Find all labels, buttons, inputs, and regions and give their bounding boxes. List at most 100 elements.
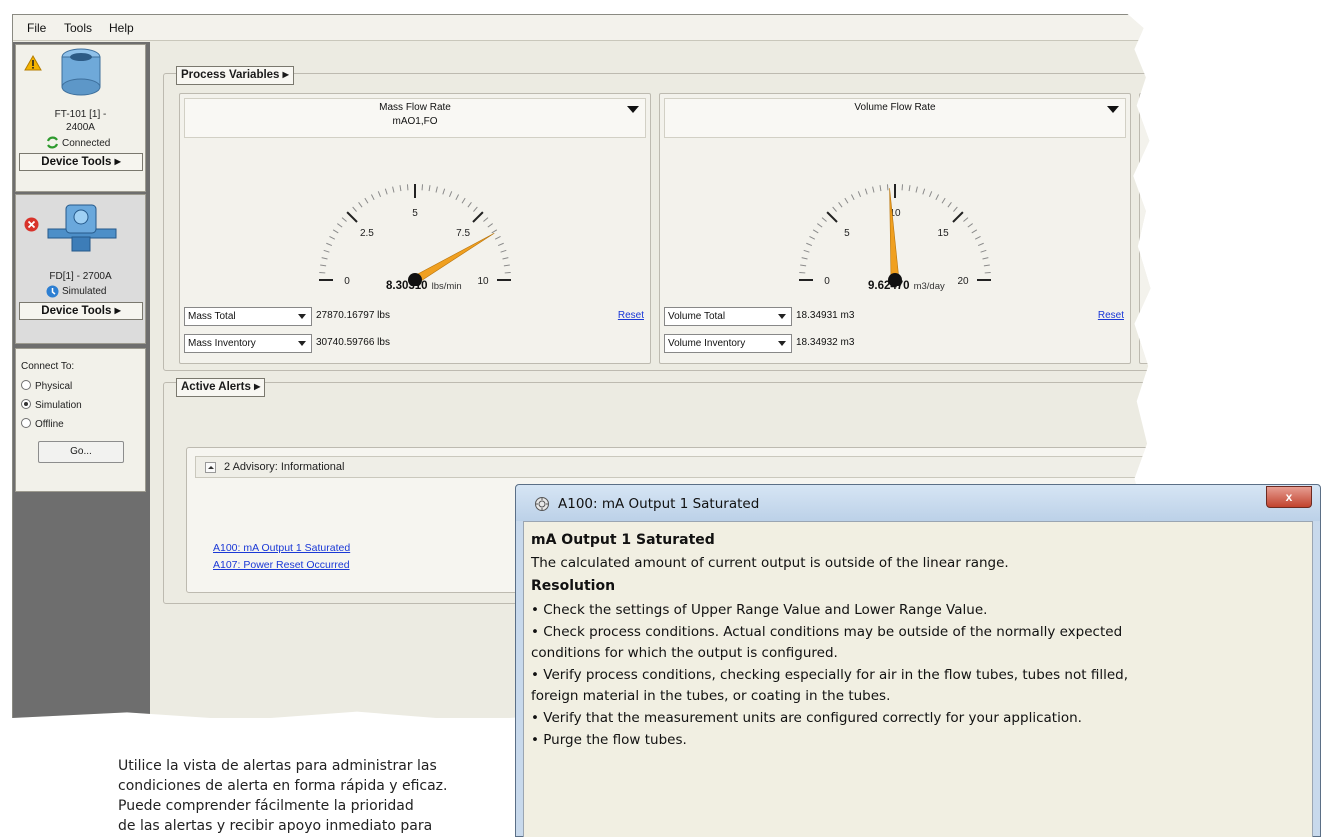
process-variables-header[interactable]: Process Variables ▶ xyxy=(176,66,294,85)
flow-meter-icon xyxy=(61,48,101,96)
alert-heading: mA Output 1 Saturated xyxy=(531,532,715,548)
caption-line: Puede comprender fácilmente la prioridad xyxy=(118,798,414,814)
radio-simulation[interactable]: Simulation xyxy=(21,399,82,411)
radio-button[interactable] xyxy=(21,399,31,409)
gauge-minor-tick xyxy=(435,186,438,193)
gauge-minor-tick xyxy=(803,249,810,253)
device-card-2[interactable]: FD[1] - 2700A Simulated Device Tools ▶ xyxy=(15,194,146,344)
pv-select-value: Mass Total xyxy=(188,311,236,322)
gauge-minor-tick xyxy=(364,197,369,204)
resolution-heading: Resolution xyxy=(531,578,616,594)
gauge-minor-tick xyxy=(821,217,827,222)
device-tools-label: Device Tools xyxy=(41,305,112,317)
alert-link-a107[interactable]: A107: Power Reset Occurred xyxy=(213,559,350,571)
gauge-number: 8.30310 xyxy=(386,280,428,292)
radio-physical[interactable]: Physical xyxy=(21,380,72,392)
gauge-minor-tick xyxy=(497,242,504,247)
gauge-scale-label: 2.5 xyxy=(360,228,374,239)
radio-offline[interactable]: Offline xyxy=(21,418,64,430)
pv-select[interactable]: Mass Total xyxy=(184,307,312,326)
gauge-minor-tick xyxy=(326,242,333,247)
gauge-scale-label: 0 xyxy=(824,276,830,286)
arrow-right-icon: ▶ xyxy=(254,382,261,391)
gauge-minor-tick xyxy=(879,185,882,192)
gauge-minor-tick xyxy=(491,229,498,234)
pv-select[interactable]: Volume Inventory xyxy=(664,334,792,353)
resolution-line: • Verify that the measurement units are … xyxy=(531,710,1082,726)
gauge-minor-tick xyxy=(812,229,819,234)
gauge-major-tick xyxy=(346,211,358,223)
gauge-minor-tick xyxy=(935,194,940,201)
device-tools-label: Device Tools xyxy=(41,156,112,168)
active-alerts-title: Active Alerts xyxy=(181,381,251,393)
active-alerts-header[interactable]: Active Alerts ▶ xyxy=(176,378,266,397)
gauge-minor-tick xyxy=(809,235,816,240)
gauge-minor-tick xyxy=(857,191,862,198)
menu-bar: File Tools Help xyxy=(13,15,1151,41)
caption-line: de las alertas y recibir apoyo inmediato… xyxy=(118,818,433,834)
gauge-value: 8.30310 lbs/min xyxy=(386,280,462,292)
gauge-major-tick xyxy=(952,211,964,223)
pv-reading: 18.34931 m3 xyxy=(796,310,855,321)
collapse-icon[interactable] xyxy=(205,462,216,473)
radio-button[interactable] xyxy=(21,380,31,390)
dropdown-arrow-icon xyxy=(778,314,786,319)
volume-flow-card: Volume Flow Rate 0 5 10 15 20 9.62470 m3/day … xyxy=(659,93,1131,364)
pv-reading: 30740.59766 lbs xyxy=(316,337,390,348)
gauge-minor-tick xyxy=(947,202,952,208)
process-variables-title: Process Variables xyxy=(181,69,280,81)
dropdown-arrow-icon[interactable] xyxy=(627,106,639,113)
device-status: Connected xyxy=(62,138,111,149)
reset-link[interactable]: Reset xyxy=(1098,310,1124,321)
resolution-line: conditions for which the output is confi… xyxy=(531,645,838,661)
alert-link-a100[interactable]: A100: mA Output 1 Saturated xyxy=(213,542,350,554)
pv-title-box[interactable]: Volume Flow Rate xyxy=(664,98,1126,138)
device-tools-button-1[interactable]: Device Tools ▶ xyxy=(19,153,143,171)
mass-flow-card: Mass Flow Rate mAO1,FO 0 2.5 5 7.5 10 8.3031… xyxy=(179,93,651,364)
caption-line: condiciones de alerta en forma rápida y … xyxy=(118,778,448,794)
gauge-minor-tick xyxy=(971,229,978,234)
gauge-minor-tick xyxy=(399,185,402,192)
alert-description: The calculated amount of current output … xyxy=(531,555,1009,571)
gauge-minor-tick xyxy=(838,202,843,208)
go-button[interactable]: Go... xyxy=(38,441,124,463)
menu-help[interactable]: Help xyxy=(109,21,134,35)
gauge-minor-tick xyxy=(320,264,327,267)
app-icon xyxy=(535,497,549,511)
pv-select[interactable]: Dr xyxy=(1144,307,1151,326)
gauge-minor-tick xyxy=(467,202,472,208)
pv-title-box[interactable]: Mass Flow Rate mAO1,FO xyxy=(184,98,646,138)
close-icon[interactable]: x xyxy=(1266,486,1312,508)
menu-tools[interactable]: Tools xyxy=(64,21,92,35)
device-tools-button-2[interactable]: Device Tools ▶ xyxy=(19,302,143,320)
pv-select[interactable]: Te xyxy=(1144,334,1151,353)
gauge-major-tick xyxy=(472,211,484,223)
reset-link[interactable]: Reset xyxy=(618,310,644,321)
gauge-scale-label: 15 xyxy=(938,228,950,239)
gauge-minor-tick xyxy=(323,249,330,253)
gauge-scale-label: 5 xyxy=(412,208,418,219)
gauge-minor-tick xyxy=(337,223,343,228)
dropdown-arrow-icon[interactable] xyxy=(1107,106,1119,113)
gauge-minor-tick xyxy=(982,257,989,260)
pv-select[interactable]: Volume Total xyxy=(664,307,792,326)
gauge-minor-tick xyxy=(329,235,336,240)
gauge-minor-tick xyxy=(377,191,382,198)
menu-file[interactable]: File xyxy=(27,21,46,35)
gauge-minor-tick xyxy=(963,217,969,222)
alert-group-bar[interactable]: 2 Advisory: Informational xyxy=(195,456,1151,478)
device-card-1[interactable]: FT-101 [1] - 2400A Connected Device Tool… xyxy=(15,44,146,192)
gauge-minor-tick xyxy=(392,186,395,193)
gauge-scale-label: 7.5 xyxy=(456,228,470,239)
gauge-minor-tick xyxy=(806,242,813,247)
dialog-titlebar[interactable]: A100: mA Output 1 Saturated x xyxy=(516,485,1320,521)
gauge-minor-tick xyxy=(448,191,453,198)
radio-button[interactable] xyxy=(21,418,31,428)
gauge-minor-tick xyxy=(801,257,808,260)
gauge-minor-tick xyxy=(341,217,347,222)
connect-panel: Connect To: Physical Simulation Offline … xyxy=(15,348,146,492)
resolution-line: • Verify process conditions, checking es… xyxy=(531,667,1128,683)
dialog-title: A100: mA Output 1 Saturated xyxy=(558,496,760,512)
pv-select[interactable]: Mass Inventory xyxy=(184,334,312,353)
gauge-minor-tick xyxy=(428,185,431,192)
